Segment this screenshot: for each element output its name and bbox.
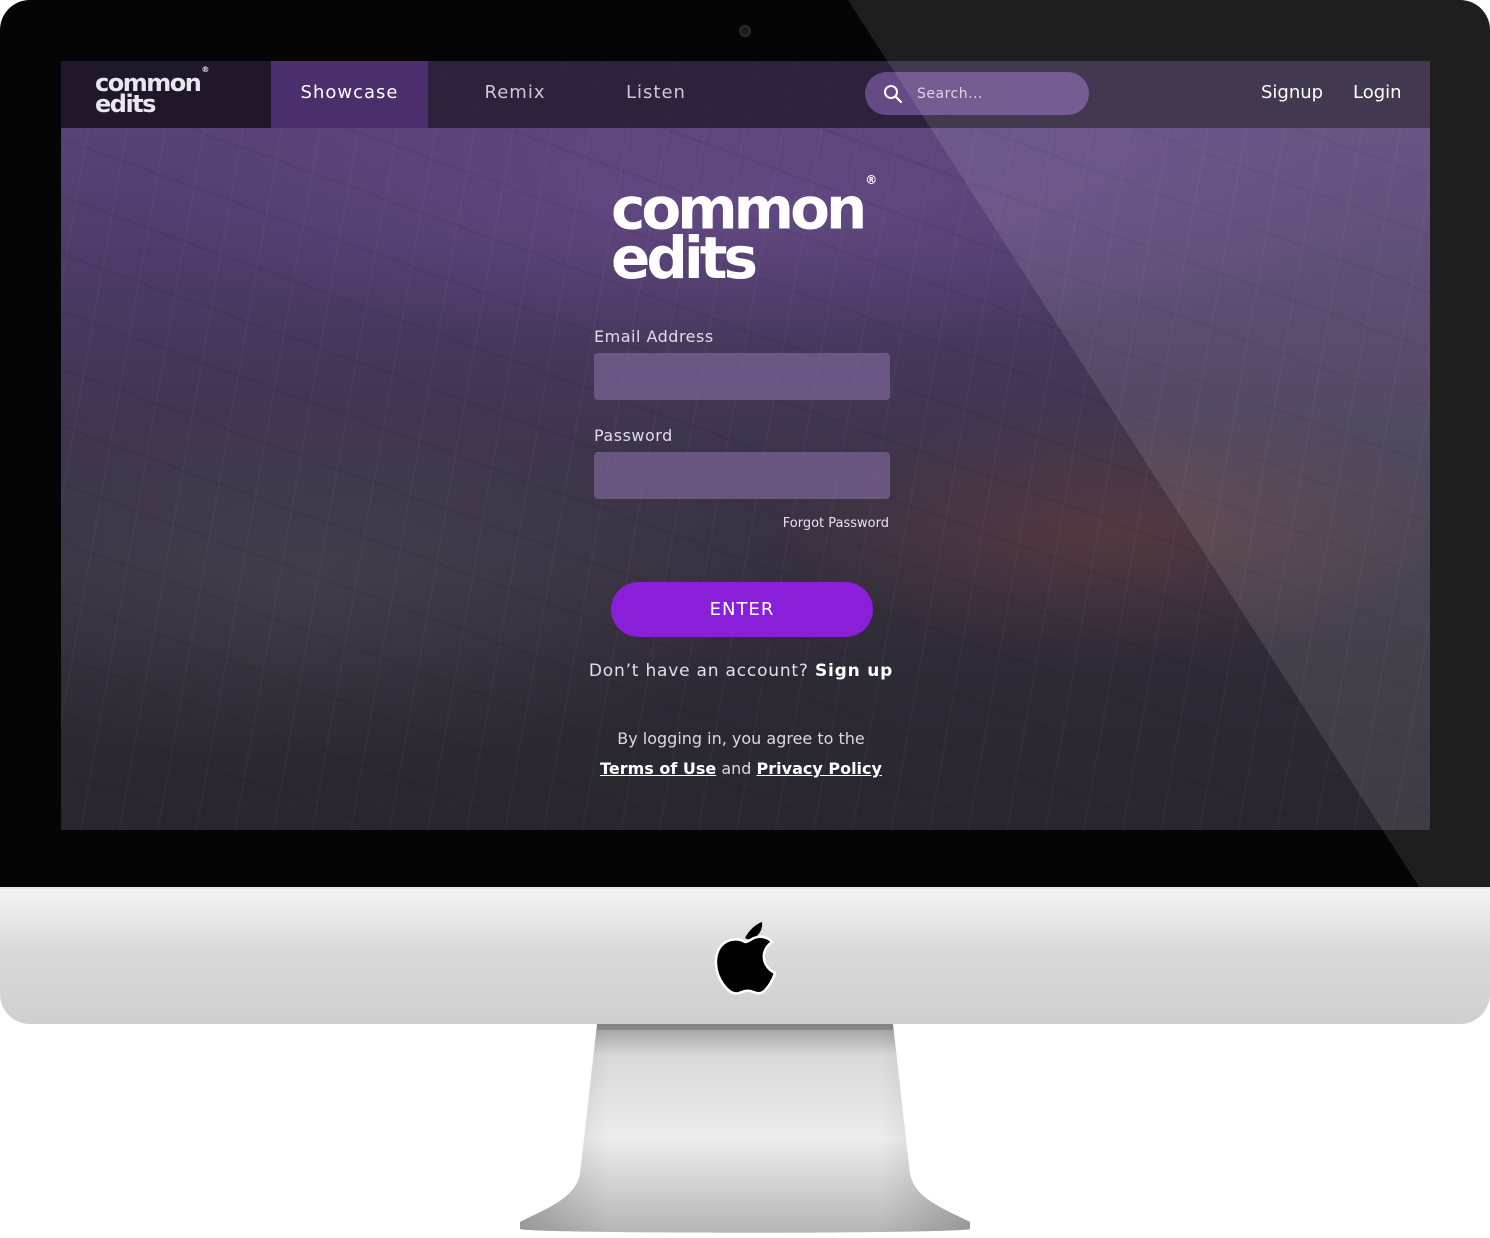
tab-listen[interactable]: Listen [606, 61, 706, 128]
signup-link[interactable]: Sign up [815, 661, 893, 681]
legal-links: Terms of Use and Privacy Policy [531, 759, 951, 778]
tab-showcase[interactable]: Showcase [271, 61, 428, 128]
nav-logo-link[interactable]: common® edits [61, 61, 271, 128]
enter-button[interactable]: ENTER [611, 582, 873, 637]
brand-logo-mark: ® [865, 173, 878, 187]
nav-signup-link[interactable]: Signup [1261, 61, 1323, 128]
apple-logo-icon [714, 922, 777, 995]
top-navbar: common® edits Showcase Remix Listen Sign… [61, 61, 1430, 128]
password-label: Password [594, 426, 673, 445]
and-text: and [721, 759, 752, 778]
no-account-text: Don’t have an account? [588, 661, 809, 681]
tab-remix[interactable]: Remix [461, 61, 569, 128]
search-box[interactable] [865, 72, 1089, 115]
search-input[interactable] [915, 72, 1079, 115]
terms-of-use-link[interactable]: Terms of Use [600, 759, 716, 778]
nav-logo-mark: ® [201, 65, 210, 74]
email-field[interactable] [594, 353, 890, 400]
nav-logo-line2: edits [95, 90, 156, 118]
search-icon[interactable] [883, 84, 903, 104]
password-field[interactable] [594, 452, 890, 499]
camera-icon [739, 25, 751, 37]
screen: common® edits Showcase Remix Listen Sign… [61, 61, 1430, 830]
email-label: Email Address [594, 327, 714, 346]
monitor-stand [520, 1024, 970, 1233]
imac-mockup: common® edits Showcase Remix Listen Sign… [0, 0, 1490, 1238]
privacy-policy-link[interactable]: Privacy Policy [757, 759, 882, 778]
brand-logo: common ® edits [611, 173, 877, 287]
legal-text: By logging in, you agree to the [617, 729, 865, 748]
nav-login-link[interactable]: Login [1353, 61, 1402, 128]
forgot-password-link[interactable]: Forgot Password [661, 516, 889, 531]
signup-prompt: Don’t have an account? Sign up [541, 661, 941, 681]
nav-logo: common® edits [95, 65, 209, 118]
